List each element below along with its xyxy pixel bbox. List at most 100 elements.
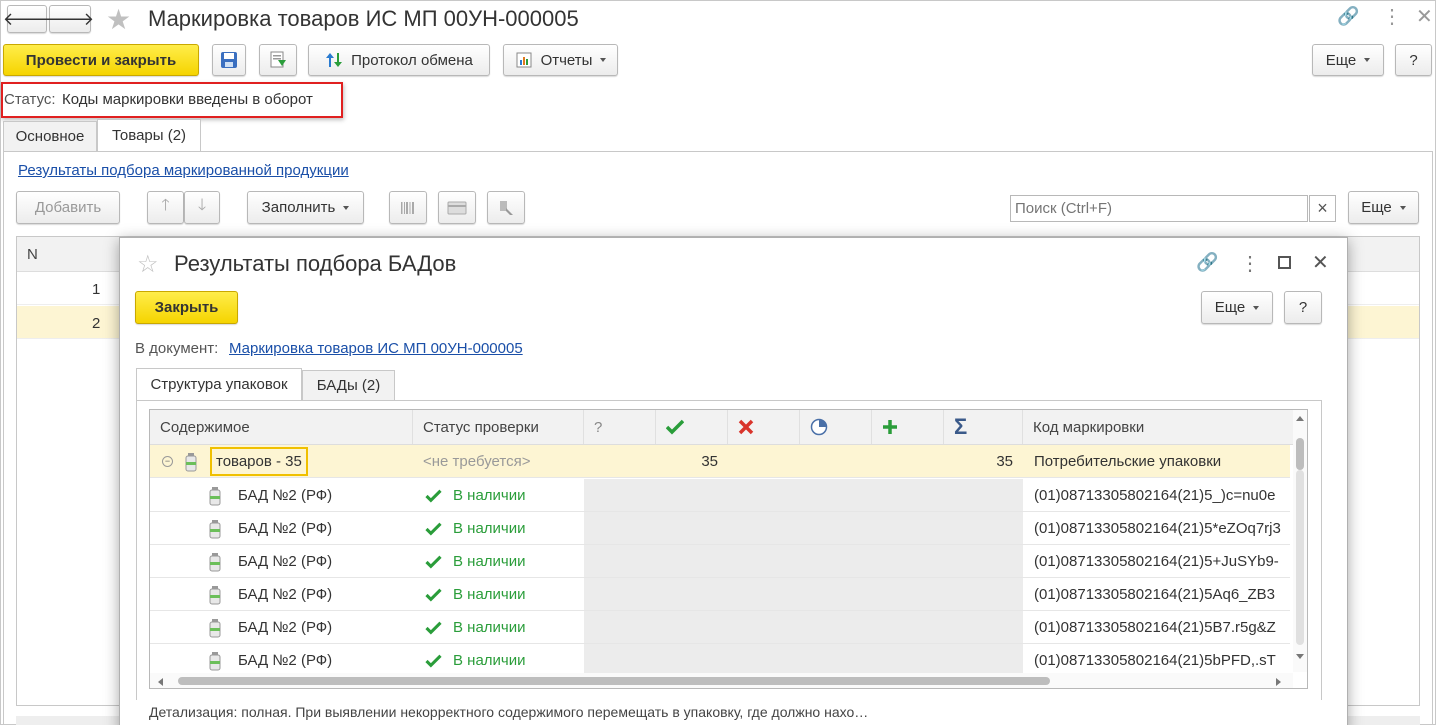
column-header-n[interactable]: N	[27, 246, 38, 263]
item-status: В наличии	[453, 487, 526, 504]
post-button[interactable]	[259, 44, 297, 76]
search-input[interactable]	[1010, 195, 1308, 222]
column-header-total[interactable]: Σ	[944, 410, 1023, 444]
package-icon	[209, 585, 221, 604]
move-down-button[interactable]: 🡓	[184, 191, 220, 224]
fill-button[interactable]: Заполнить	[247, 191, 364, 224]
row-number: 1	[92, 281, 101, 298]
grid-hscrollbar[interactable]	[150, 673, 1293, 688]
column-header-unknown[interactable]: ?	[584, 410, 656, 444]
column-header-content[interactable]: Содержимое	[150, 410, 413, 444]
hscroll-thumb[interactable]	[178, 677, 1050, 685]
post-close-button[interactable]: Провести и закрыть	[3, 44, 199, 76]
scroll-up-arrow[interactable]	[1296, 416, 1304, 421]
item-content: БАД №2 (РФ)	[238, 619, 333, 636]
doc-link[interactable]: Маркировка товаров ИС МП 00УН-000005	[229, 340, 523, 357]
link-icon[interactable]: 🔗	[1337, 6, 1359, 27]
check-icon	[425, 555, 442, 569]
group-content[interactable]: товаров - 35	[210, 447, 308, 476]
column-header-pending[interactable]	[800, 410, 872, 444]
check-icon	[666, 419, 684, 435]
reports-label: Отчеты	[540, 51, 593, 69]
package-icon	[209, 651, 221, 670]
protocol-label: Протокол обмена	[351, 51, 473, 69]
check-icon	[425, 522, 442, 536]
grid-vscrollbar[interactable]	[1293, 410, 1307, 672]
item-code: (01)08713305802164(21)5B7.r5g&Z	[1034, 619, 1276, 636]
group-status: <не требуется>	[423, 453, 531, 470]
dialog-maximize-icon[interactable]	[1278, 256, 1291, 269]
reports-button[interactable]: Отчеты	[503, 44, 618, 76]
scroll-down-arrow[interactable]	[1296, 654, 1304, 659]
scanner-icon	[500, 200, 513, 215]
row-number: 2	[92, 315, 101, 332]
scroll-left-arrow[interactable]	[158, 678, 163, 686]
item-status: В наличии	[453, 586, 526, 603]
status-value: Коды маркировки введены в оборот	[62, 91, 313, 108]
dialog-help-button[interactable]: ?	[1284, 291, 1322, 324]
column-header-ok[interactable]	[656, 410, 728, 444]
group-ok-count: 35	[701, 453, 718, 470]
add-button[interactable]: Добавить	[16, 191, 120, 224]
check-icon	[425, 588, 442, 602]
package-icon	[209, 486, 221, 505]
close-icon[interactable]: ✕	[1416, 4, 1433, 29]
report-icon	[516, 52, 532, 68]
more-vert-icon[interactable]: ⋮	[1382, 4, 1402, 29]
column-header-error[interactable]	[728, 410, 800, 444]
move-up-button[interactable]: 🡑	[147, 191, 184, 224]
scanner-button[interactable]	[487, 191, 525, 224]
more-button[interactable]: Еще	[1312, 44, 1384, 76]
card-icon	[447, 201, 467, 214]
scroll-right-arrow[interactable]	[1276, 678, 1281, 686]
group-total-count: 35	[996, 453, 1013, 470]
barcode-icon	[401, 201, 414, 214]
window-title: Маркировка товаров ИС МП 00УН-000005	[148, 6, 579, 31]
structure-grid: Содержимое Статус проверки ? Σ Код марки…	[149, 409, 1308, 689]
list-more-button[interactable]: Еще	[1348, 191, 1419, 224]
item-code: (01)08713305802164(21)5_)c=nu0e	[1034, 487, 1276, 504]
dialog-star-icon[interactable]: ☆	[137, 250, 159, 279]
back-button[interactable]: 🡐	[3, 5, 51, 33]
card-button[interactable]	[438, 191, 476, 224]
item-content: БАД №2 (РФ)	[238, 586, 333, 603]
save-button[interactable]	[212, 44, 246, 76]
results-link[interactable]: Результаты подбора маркированной продукц…	[18, 162, 349, 179]
forward-button[interactable]: 🡒	[46, 5, 94, 33]
package-icon	[209, 552, 221, 571]
star-icon[interactable]: ★	[106, 3, 131, 36]
dialog-link-icon[interactable]: 🔗	[1196, 252, 1218, 273]
collapse-icon[interactable]: −	[162, 456, 173, 467]
check-icon	[425, 621, 442, 635]
check-icon	[425, 489, 442, 503]
dialog-close-button[interactable]: Закрыть	[135, 291, 238, 324]
dialog-more-vert-icon[interactable]: ⋮	[1240, 251, 1260, 276]
column-header-code[interactable]: Код маркировки	[1023, 410, 1307, 444]
status-label: Статус:	[4, 91, 56, 108]
tab-main[interactable]: Основное	[3, 121, 97, 151]
dialog-close-icon[interactable]: ✕	[1312, 250, 1329, 275]
plus-icon	[883, 420, 897, 434]
barcode-scan-button[interactable]	[389, 191, 427, 224]
search-clear-button[interactable]: ×	[1309, 195, 1336, 222]
tab-goods[interactable]: Товары (2)	[97, 119, 201, 151]
exchange-arrows-icon	[326, 53, 343, 67]
sigma-icon: Σ	[954, 414, 968, 439]
column-header-added[interactable]	[872, 410, 944, 444]
help-button[interactable]: ?	[1395, 44, 1432, 76]
post-document-icon	[270, 51, 286, 68]
column-header-status[interactable]: Статус проверки	[413, 410, 584, 444]
detail-footer: Детализация: полная. При выявлении некор…	[149, 704, 869, 720]
check-icon	[425, 654, 442, 668]
tab-bads[interactable]: БАДы (2)	[302, 370, 395, 400]
protocol-button[interactable]: Протокол обмена	[308, 44, 490, 76]
tab-structure[interactable]: Структура упаковок	[136, 368, 302, 400]
vscroll-thumb[interactable]	[1296, 438, 1304, 470]
dialog-more-button[interactable]: Еще	[1201, 291, 1273, 324]
doc-label: В документ:	[135, 340, 219, 357]
package-icon	[209, 618, 221, 637]
dialog-title: Результаты подбора БАДов	[174, 251, 457, 276]
package-icon	[185, 452, 197, 471]
clock-icon	[810, 418, 828, 436]
item-status: В наличии	[453, 520, 526, 537]
